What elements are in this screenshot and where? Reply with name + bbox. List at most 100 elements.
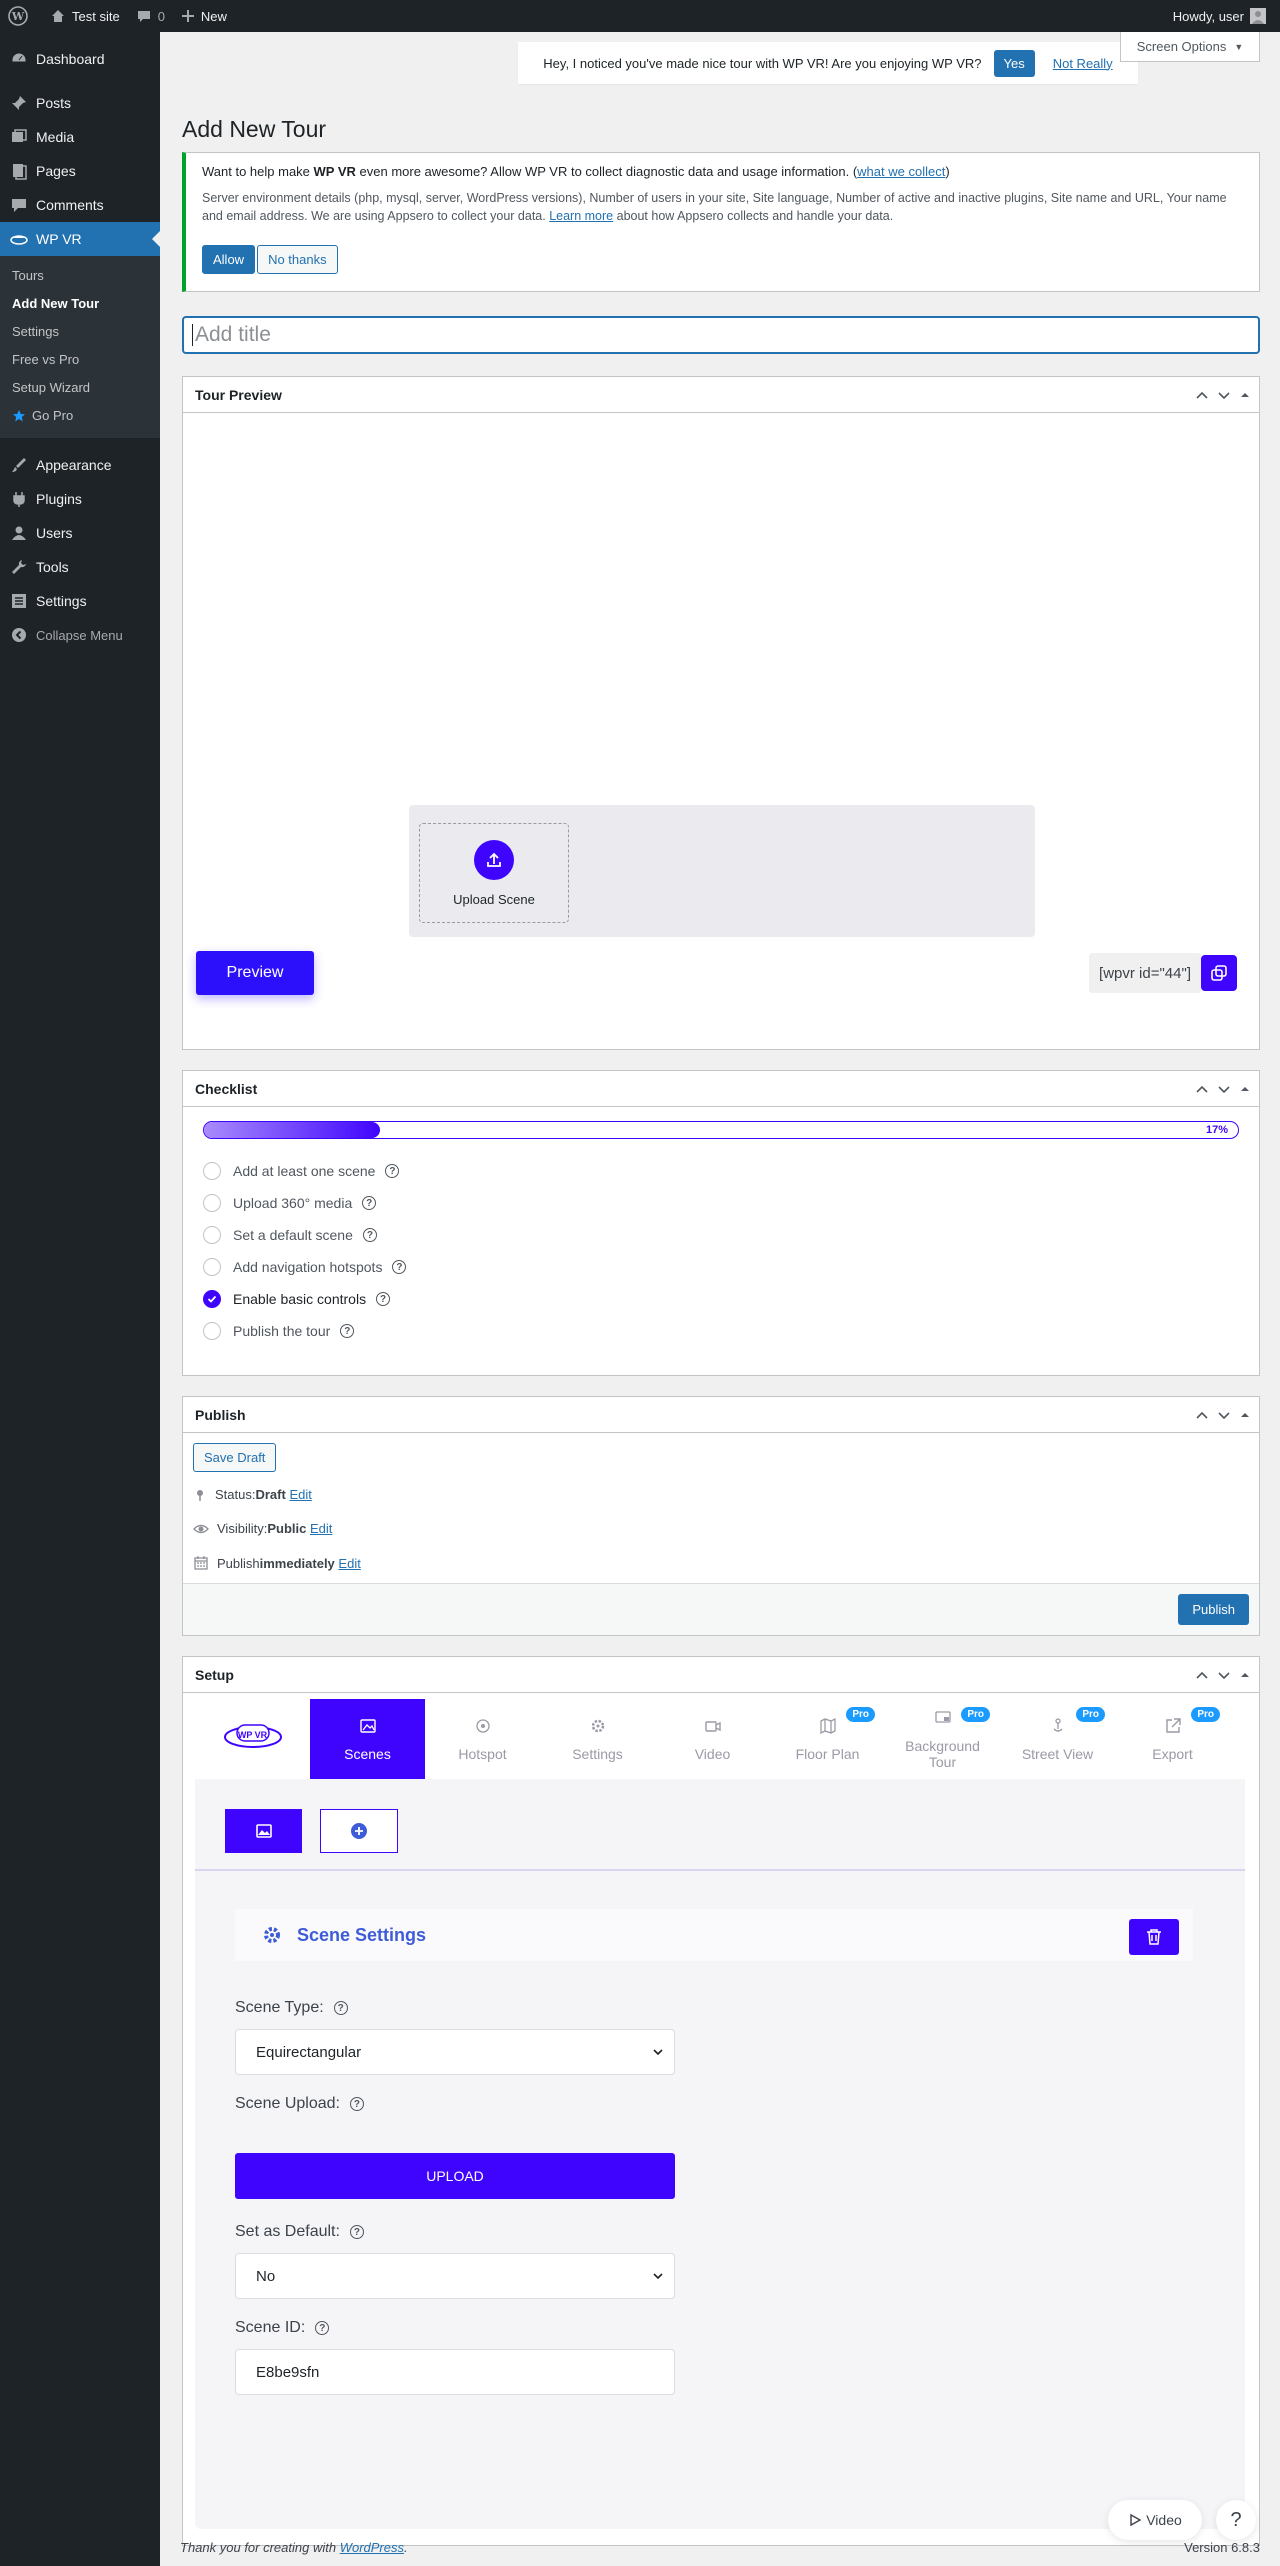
- notice-bold: WP VR: [313, 164, 356, 179]
- scene-id-input[interactable]: E8be9sfn: [235, 2349, 675, 2395]
- submenu-go-pro[interactable]: Go Pro: [0, 402, 160, 430]
- copy-shortcode-button[interactable]: [1201, 955, 1237, 991]
- sidebar-item-tools[interactable]: Tools: [0, 550, 160, 584]
- help-icon[interactable]: ?: [376, 1292, 391, 1306]
- pin-icon: [197, 1489, 203, 1501]
- no-thanks-button[interactable]: No thanks: [257, 245, 338, 274]
- wordpress-logo-icon[interactable]: W: [0, 0, 42, 32]
- allow-button[interactable]: Allow: [202, 245, 256, 274]
- toggle-panel-icon[interactable]: [1239, 1409, 1251, 1421]
- label-text: Scene ID:: [235, 2319, 306, 2336]
- box-controls: [1195, 1657, 1251, 1693]
- caret: [192, 324, 193, 346]
- review-not-really-link[interactable]: Not Really: [1053, 56, 1113, 71]
- notice-line: Want to help make WP VR even more awesom…: [202, 163, 1243, 181]
- tab-background-tour[interactable]: Background Tour Pro: [885, 1699, 1000, 1779]
- sidebar-item-label: WP VR: [36, 231, 82, 247]
- edit-visibility-link[interactable]: Edit: [310, 1521, 332, 1536]
- scene-type-label: Scene Type: ?: [235, 1999, 348, 2017]
- upload-button[interactable]: UPLOAD: [235, 2153, 675, 2199]
- scene-tab-1[interactable]: [225, 1809, 302, 1853]
- help-button[interactable]: ?: [1216, 2500, 1256, 2540]
- help-icon[interactable]: ?: [349, 2097, 364, 2111]
- move-down-icon[interactable]: [1217, 1408, 1231, 1422]
- upload-scene-box[interactable]: Upload Scene: [419, 823, 569, 923]
- tab-scenes[interactable]: Scenes: [310, 1699, 425, 1779]
- publish-time-row: Publish immediately Edit: [193, 1555, 361, 1571]
- submenu-add-new-tour[interactable]: Add New Tour: [0, 290, 160, 318]
- avatar: [1250, 8, 1266, 24]
- title-input[interactable]: Add title: [182, 316, 1260, 354]
- sidebar-item-label: Plugins: [36, 491, 82, 507]
- scene-type-select[interactable]: Equirectangular: [235, 2029, 675, 2075]
- move-down-icon[interactable]: [1217, 388, 1231, 402]
- move-up-icon[interactable]: [1195, 1668, 1209, 1682]
- submenu-tours[interactable]: Tours: [0, 262, 160, 290]
- checklist-item: Publish the tour?: [203, 1315, 406, 1347]
- sidebar-item-dashboard[interactable]: Dashboard: [0, 42, 160, 76]
- review-yes-button[interactable]: Yes: [993, 49, 1035, 77]
- tab-export[interactable]: Export Pro: [1115, 1699, 1230, 1779]
- edit-publish-time-link[interactable]: Edit: [338, 1556, 360, 1571]
- help-icon[interactable]: ?: [340, 1324, 355, 1338]
- move-up-icon[interactable]: [1195, 1082, 1209, 1096]
- set-default-select[interactable]: No: [235, 2253, 675, 2299]
- sidebar-item-wpvr[interactable]: WP VR: [0, 222, 160, 256]
- toggle-panel-icon[interactable]: [1239, 1083, 1251, 1095]
- status-value: Draft: [255, 1487, 286, 1502]
- status-row: Status: Draft Edit: [193, 1487, 312, 1502]
- sidebar-item-label: Media: [36, 129, 75, 145]
- publish-button[interactable]: Publish: [1178, 1594, 1249, 1625]
- sidebar-item-comments[interactable]: Comments: [0, 188, 160, 222]
- move-down-icon[interactable]: [1217, 1668, 1231, 1682]
- empty-circle-icon: [203, 1194, 221, 1212]
- preview-button[interactable]: Preview: [196, 951, 314, 995]
- sidebar-item-users[interactable]: Users: [0, 516, 160, 550]
- tab-hotspot[interactable]: Hotspot: [425, 1699, 540, 1779]
- wordpress-link[interactable]: WordPress: [340, 2540, 404, 2555]
- help-icon[interactable]: ?: [385, 1164, 400, 1178]
- sidebar-item-posts[interactable]: Posts: [0, 86, 160, 120]
- help-icon[interactable]: ?: [362, 1228, 377, 1242]
- save-draft-button[interactable]: Save Draft: [193, 1443, 277, 1472]
- sidebar-collapse-menu[interactable]: Collapse Menu: [0, 618, 160, 652]
- new-content-link[interactable]: New: [173, 0, 235, 32]
- help-icon[interactable]: ?: [362, 1196, 377, 1210]
- what-we-collect-link[interactable]: what we collect: [857, 164, 945, 179]
- my-account[interactable]: Howdy, user: [1165, 0, 1274, 32]
- move-up-icon[interactable]: [1195, 388, 1209, 402]
- help-icon[interactable]: ?: [392, 1260, 407, 1274]
- edit-status-link[interactable]: Edit: [289, 1487, 311, 1502]
- screen-options-button[interactable]: Screen Options ▼: [1120, 32, 1260, 62]
- set-default-value: No: [256, 2267, 276, 2285]
- tab-settings[interactable]: Settings: [540, 1699, 655, 1779]
- tab-video[interactable]: Video: [655, 1699, 770, 1779]
- delete-scene-button[interactable]: [1129, 1919, 1179, 1955]
- learn-more-link[interactable]: Learn more: [549, 209, 613, 223]
- submenu-setup-wizard[interactable]: Setup Wizard: [0, 374, 160, 402]
- submenu-settings[interactable]: Settings: [0, 318, 160, 346]
- add-scene-button[interactable]: [320, 1809, 398, 1853]
- move-down-icon[interactable]: [1217, 1082, 1231, 1096]
- comments-link[interactable]: 0: [128, 0, 173, 32]
- video-button[interactable]: Video: [1108, 2500, 1202, 2540]
- help-icon[interactable]: ?: [349, 2225, 364, 2239]
- sidebar-item-plugins[interactable]: Plugins: [0, 482, 160, 516]
- checklist-box: Checklist 17% Add at least one scene? Upl…: [182, 1070, 1260, 1376]
- help-icon[interactable]: ?: [333, 2001, 348, 2015]
- sidebar-item-appearance[interactable]: Appearance: [0, 448, 160, 482]
- submenu-free-vs-pro[interactable]: Free vs Pro: [0, 346, 160, 374]
- svg-text:W: W: [11, 10, 25, 23]
- tour-preview-box: Tour Preview Upload Scene Preview [wpvr …: [182, 376, 1260, 1050]
- move-up-icon[interactable]: [1195, 1408, 1209, 1422]
- toggle-panel-icon[interactable]: [1239, 1669, 1251, 1681]
- sidebar-item-media[interactable]: Media: [0, 120, 160, 154]
- site-name-link[interactable]: Test site: [42, 0, 128, 32]
- tab-street-view[interactable]: Street View Pro: [1000, 1699, 1115, 1779]
- sidebar-item-pages[interactable]: Pages: [0, 154, 160, 188]
- help-icon[interactable]: ?: [315, 2321, 330, 2335]
- sidebar-item-settings[interactable]: Settings: [0, 584, 160, 618]
- publish-box: Publish Save Draft Status: Draft Edit Vi…: [182, 1396, 1260, 1636]
- toggle-panel-icon[interactable]: [1239, 389, 1251, 401]
- tab-floor-plan[interactable]: Floor Plan Pro: [770, 1699, 885, 1779]
